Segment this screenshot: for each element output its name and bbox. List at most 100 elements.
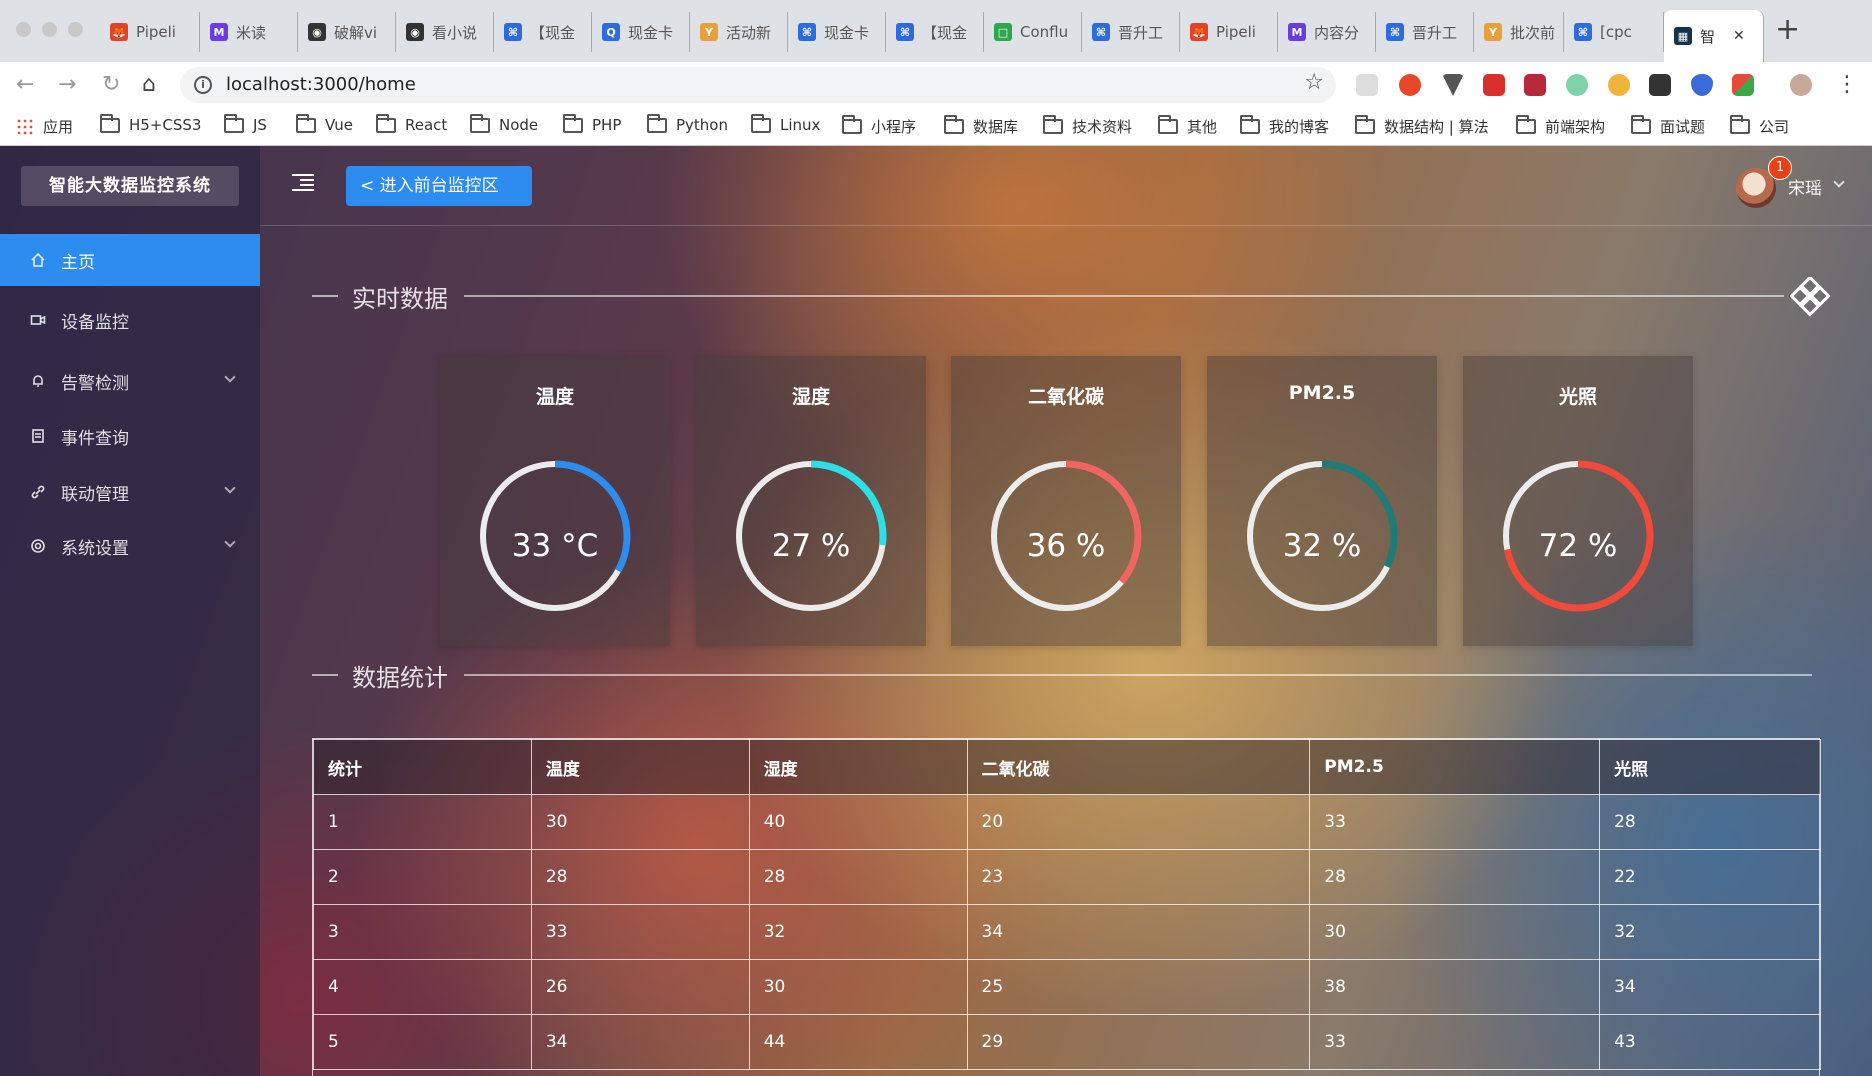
folder-icon	[296, 113, 316, 133]
tab-0[interactable]: 🦊 Pipeli	[100, 12, 200, 52]
extension-vue-icon[interactable]	[1442, 74, 1464, 96]
table-cell: 34	[1599, 959, 1821, 1015]
bookmark-item[interactable]: 其他	[1158, 115, 1217, 137]
bookmark-item[interactable]: 面试题	[1631, 115, 1705, 137]
sidebar-item-5[interactable]: 系统设置	[0, 520, 260, 572]
sidebar-item-0[interactable]: 主页	[0, 234, 260, 286]
folder-icon	[751, 113, 771, 133]
table-cell: 43	[1599, 1014, 1821, 1070]
bookmark-item[interactable]: 我的博客	[1240, 115, 1329, 137]
table-row: 5 34 44 29 33 43	[313, 1014, 1821, 1070]
bookmark-label: 数据结构 | 算法	[1384, 118, 1489, 136]
table-cell: 1	[313, 794, 532, 850]
tab-6[interactable]: Y 活动新	[690, 12, 788, 52]
tab-1[interactable]: M 米读	[200, 12, 298, 52]
extension-color-icon[interactable]	[1732, 74, 1754, 96]
folder-icon	[1158, 115, 1178, 134]
extension-cat-icon[interactable]	[1649, 74, 1671, 96]
bookmark-item[interactable]: PHP	[563, 113, 621, 134]
close-window-button[interactable]	[16, 22, 31, 37]
bookmark-item[interactable]: 前端架构	[1516, 115, 1605, 137]
tab-4[interactable]: ⌘ 【现金	[494, 12, 592, 52]
tab-16[interactable]: ▦ 智 ✕	[1664, 10, 1764, 62]
gauge-title: 二氧化碳	[1027, 386, 1104, 408]
menu-toggle-icon[interactable]	[292, 174, 314, 192]
bookmark-item[interactable]: H5+CSS3	[100, 113, 201, 134]
tab-label: 【现金	[922, 23, 968, 42]
layout-grid-icon[interactable]	[1790, 277, 1834, 321]
reload-icon[interactable]: ↻	[102, 70, 120, 100]
bookmark-item[interactable]: React	[376, 113, 447, 134]
bookmark-item[interactable]: JS	[224, 113, 267, 134]
chevron-down-icon[interactable]	[224, 482, 236, 494]
gauge-number: 72	[1538, 528, 1579, 564]
tab-11[interactable]: 🦊 Pipeli	[1180, 12, 1278, 52]
more-menu-icon[interactable]: ⋮	[1836, 70, 1858, 100]
extension-shield-icon[interactable]	[1691, 74, 1713, 96]
tab-label: Conflu	[1020, 23, 1069, 41]
tab-7[interactable]: ⌘ 现金卡	[788, 12, 886, 52]
bookmark-item[interactable]: 数据库	[944, 115, 1018, 137]
bookmark-item[interactable]: Vue	[296, 113, 353, 134]
bookmark-star-icon[interactable]: ☆	[1304, 70, 1324, 95]
bookmark-item[interactable]: 技术资料	[1043, 115, 1132, 137]
sidebar-item-1[interactable]: 设备监控	[0, 294, 260, 346]
tab-label: 现金卡	[628, 23, 674, 42]
bookmark-item[interactable]: Linux	[751, 113, 820, 134]
username[interactable]: 宋瑶	[1788, 174, 1822, 199]
back-icon[interactable]: ←	[16, 70, 34, 100]
tab-favicon-icon: 🦊	[110, 23, 128, 41]
extension-tool-icon[interactable]	[1524, 74, 1546, 96]
extension-s-icon[interactable]	[1356, 74, 1378, 96]
tab-12[interactable]: M 内容分	[1278, 12, 1376, 52]
chevron-down-icon[interactable]	[1833, 176, 1845, 188]
extension-pdf-icon[interactable]	[1483, 74, 1505, 96]
bookmark-item[interactable]: 公司	[1730, 115, 1789, 137]
enter-front-monitor-button[interactable]: < 进入前台监控区	[346, 166, 532, 206]
sidebar-item-label: 联动管理	[61, 484, 129, 505]
info-icon[interactable]: i	[194, 76, 212, 94]
sidebar-item-2[interactable]: 告警检测	[0, 355, 260, 407]
sidebar-item-label: 主页	[61, 252, 95, 273]
table-header-row: 统计 温度 湿度 二氧化碳 PM2.5 光照	[313, 739, 1821, 795]
profile-avatar-icon[interactable]	[1790, 74, 1812, 96]
minimize-window-button[interactable]	[42, 22, 57, 37]
extension-record-icon[interactable]	[1399, 74, 1421, 96]
address-bar[interactable]: i localhost:3000/home ☆	[180, 67, 1336, 103]
bookmark-item[interactable]: 应用	[16, 116, 73, 137]
table-cell: 5	[313, 1014, 532, 1070]
sidebar-item-3[interactable]: 事件查询	[0, 410, 260, 462]
extension-y-icon[interactable]	[1608, 74, 1630, 96]
table-cell: 33	[1309, 1014, 1601, 1070]
tab-label: 晋升工	[1118, 23, 1164, 42]
tab-10[interactable]: ⌘ 晋升工	[1082, 12, 1180, 52]
bookmark-label: Python	[676, 116, 728, 134]
chevron-down-icon[interactable]	[224, 536, 236, 548]
tab-15[interactable]: ⌘ [cpc	[1564, 12, 1664, 52]
tab-9[interactable]: □ Conflu	[984, 12, 1082, 52]
new-tab-button[interactable]: +	[1775, 14, 1800, 46]
table-header-cell: 光照	[1599, 739, 1821, 795]
chevron-down-icon[interactable]	[224, 371, 236, 383]
bookmark-item[interactable]: Node	[470, 113, 538, 134]
tab-5[interactable]: Q 现金卡	[592, 12, 690, 52]
maximize-window-button[interactable]	[68, 22, 83, 37]
table-row: 4 26 30 25 38 34	[313, 959, 1821, 1015]
table-cell: 26	[530, 959, 750, 1015]
tab-3[interactable]: ◉ 看小说	[396, 12, 494, 52]
tab-label: 现金卡	[824, 23, 870, 42]
bookmark-item[interactable]: Python	[647, 113, 728, 134]
table-cell: 22	[1599, 849, 1821, 905]
tab-13[interactable]: ⌘ 晋升工	[1376, 12, 1474, 52]
bookmark-item[interactable]: 数据结构 | 算法	[1355, 115, 1489, 137]
tab-14[interactable]: Y 批次前	[1474, 12, 1564, 52]
extension-circle-icon[interactable]	[1566, 74, 1588, 96]
tab-8[interactable]: ⌘ 【现金	[886, 12, 984, 52]
tab-2[interactable]: ◉ 破解vi	[298, 12, 396, 52]
bookmark-item[interactable]: 小程序	[842, 115, 916, 137]
forward-icon[interactable]: →	[58, 70, 76, 100]
sidebar-item-4[interactable]: 联动管理	[0, 466, 260, 518]
stats-section-header: 数据统计	[312, 660, 1812, 692]
close-tab-icon[interactable]: ✕	[1733, 28, 1745, 44]
home-icon[interactable]: ⌂	[142, 70, 156, 100]
